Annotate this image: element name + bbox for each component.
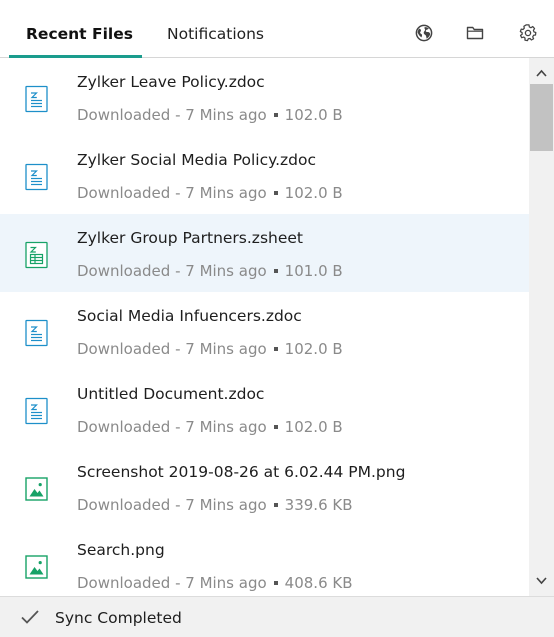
file-name: Screenshot 2019-08-26 at 6.02.44 PM.png [77,463,406,481]
file-status: Downloaded - 7 Mins ago [77,184,267,202]
document-icon [24,397,49,425]
separator-dot [273,268,278,273]
file-row-selected[interactable]: Zylker Group Partners.zsheet Downloaded … [0,214,529,292]
file-meta: Downloaded - 7 Mins ago 102.0 B [77,340,343,358]
spreadsheet-icon [24,241,49,269]
file-status: Downloaded - 7 Mins ago [77,106,267,124]
status-bar: Sync Completed [0,596,554,637]
file-row[interactable]: Zylker Leave Policy.zdoc Downloaded - 7 … [0,58,529,136]
file-meta: Downloaded - 7 Mins ago 339.6 KB [77,496,353,514]
file-size: 339.6 KB [284,496,353,514]
document-icon [24,163,49,191]
file-name: Zylker Social Media Policy.zdoc [77,151,317,169]
tab-notifications[interactable]: Notifications [167,25,264,43]
separator-dot [273,190,278,195]
file-status: Downloaded - 7 Mins ago [77,496,267,514]
vertical-scrollbar[interactable] [529,58,554,596]
document-icon [24,319,49,347]
file-name: Social Media Infuencers.zdoc [77,307,302,325]
file-status: Downloaded - 7 Mins ago [77,574,267,592]
checkmark-icon [20,609,40,625]
separator-dot [273,502,278,507]
file-status: Downloaded - 7 Mins ago [77,418,267,436]
file-name: Search.png [77,541,165,559]
file-row[interactable]: Search.png Downloaded - 7 Mins ago 408.6 … [0,526,529,596]
sync-status-text: Sync Completed [55,609,182,627]
file-name: Untitled Document.zdoc [77,385,265,403]
file-meta: Downloaded - 7 Mins ago 101.0 B [77,262,343,280]
file-name: Zylker Leave Policy.zdoc [77,73,265,91]
separator-dot [273,346,278,351]
file-meta: Downloaded - 7 Mins ago 102.0 B [77,418,343,436]
separator-dot [273,112,278,117]
file-row[interactable]: Social Media Infuencers.zdoc Downloaded … [0,292,529,370]
recent-files-list: Zylker Leave Policy.zdoc Downloaded - 7 … [0,58,529,596]
file-meta: Downloaded - 7 Mins ago 408.6 KB [77,574,353,592]
file-size: 102.0 B [284,106,343,124]
scrollbar-thumb[interactable] [530,84,553,151]
file-size: 408.6 KB [284,574,353,592]
file-size: 102.0 B [284,418,343,436]
gear-icon[interactable] [519,24,537,42]
file-size: 102.0 B [284,340,343,358]
image-icon [24,475,49,503]
file-meta: Downloaded - 7 Mins ago 102.0 B [77,184,343,202]
tab-recent-files[interactable]: Recent Files [26,25,133,43]
header-bar: Recent Files Notifications [0,0,554,58]
image-icon [24,553,49,581]
file-meta: Downloaded - 7 Mins ago 102.0 B [77,106,343,124]
globe-icon[interactable] [415,24,433,42]
file-status: Downloaded - 7 Mins ago [77,340,267,358]
separator-dot [273,580,278,585]
scroll-up-arrow-icon[interactable] [529,62,554,84]
file-row[interactable]: Untitled Document.zdoc Downloaded - 7 Mi… [0,370,529,448]
file-name: Zylker Group Partners.zsheet [77,229,303,247]
separator-dot [273,424,278,429]
file-row[interactable]: Zylker Social Media Policy.zdoc Download… [0,136,529,214]
folder-icon[interactable] [466,24,484,42]
document-icon [24,85,49,113]
file-status: Downloaded - 7 Mins ago [77,262,267,280]
scroll-down-arrow-icon[interactable] [529,570,554,592]
file-size: 101.0 B [284,262,343,280]
file-row[interactable]: Screenshot 2019-08-26 at 6.02.44 PM.png … [0,448,529,526]
file-size: 102.0 B [284,184,343,202]
